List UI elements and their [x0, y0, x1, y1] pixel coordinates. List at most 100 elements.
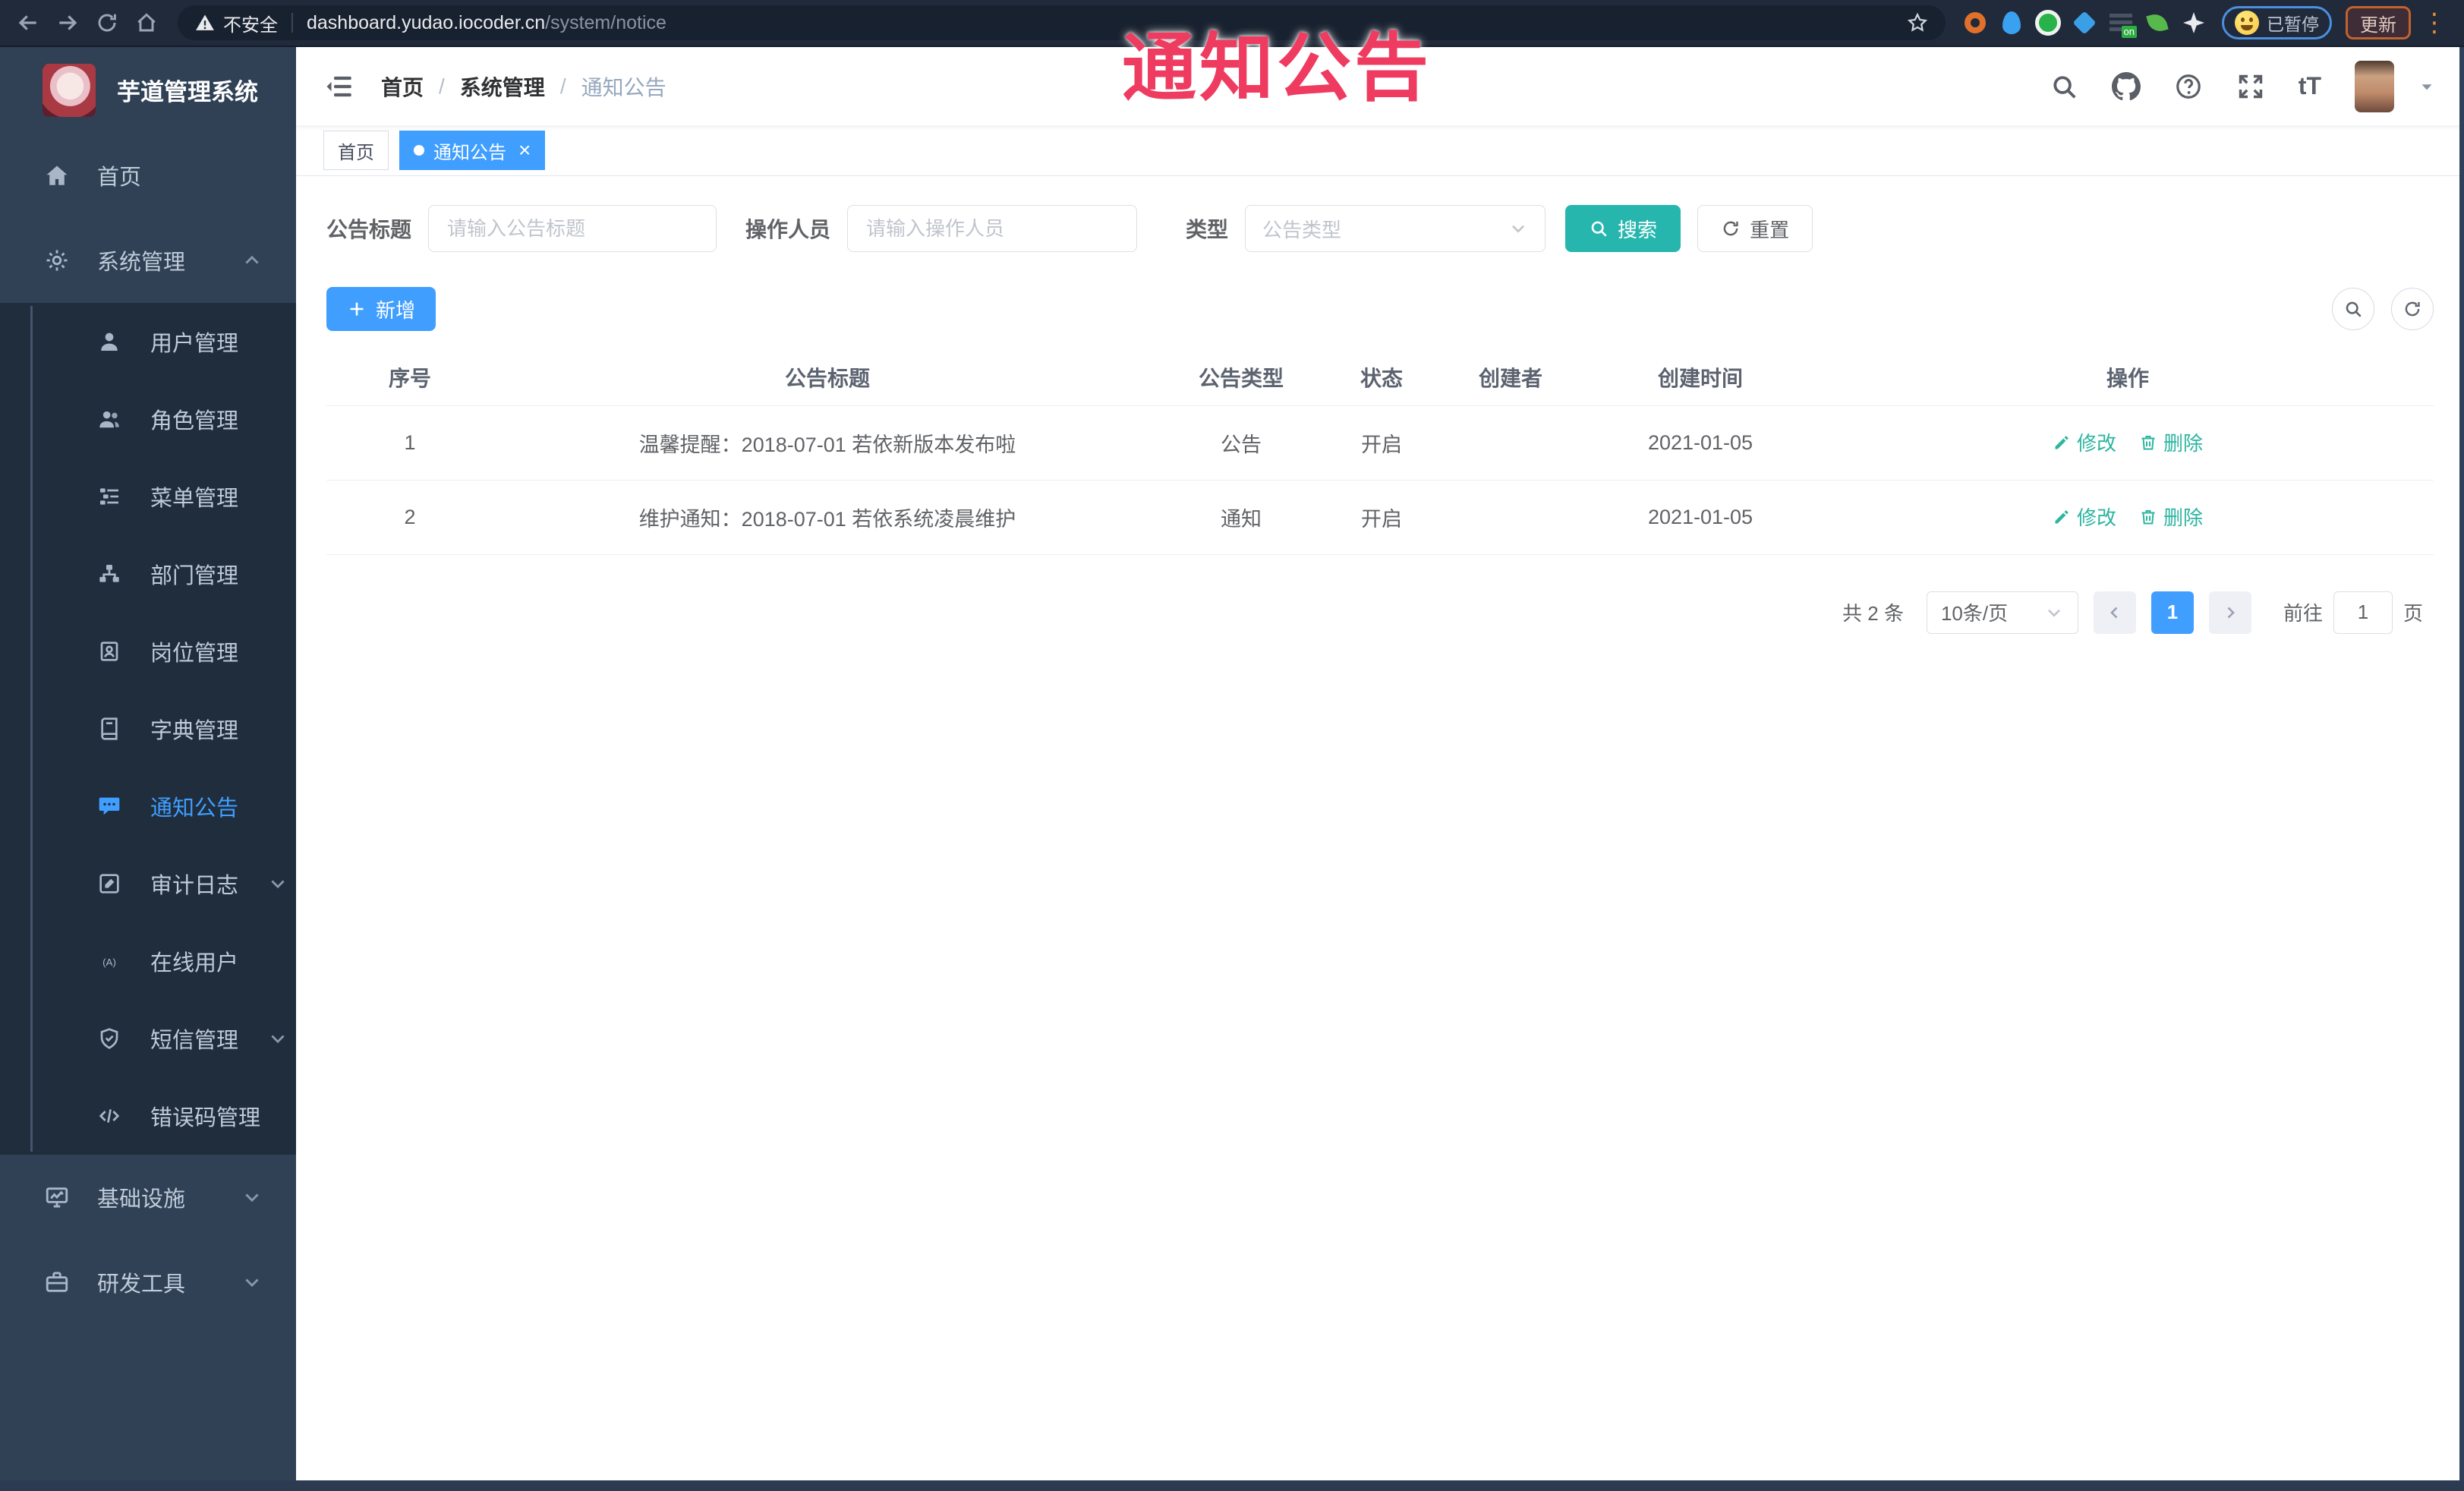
next-page-button[interactable]	[2208, 591, 2251, 634]
refresh-table-button[interactable]	[2391, 288, 2434, 330]
breadcrumb-item[interactable]: 系统管理	[460, 71, 545, 102]
caret-down-icon[interactable]	[2417, 77, 2437, 96]
search-icon[interactable]	[2050, 72, 2078, 101]
reset-button[interactable]: 重置	[1697, 205, 1813, 252]
chevron-right-icon	[2221, 604, 2239, 622]
operator-input[interactable]	[847, 205, 1138, 252]
sidebar-item-label: 研发工具	[97, 1272, 186, 1297]
bookmark-star-icon[interactable]	[1906, 11, 1929, 34]
sms-icon	[97, 1026, 121, 1051]
address-bar[interactable]: 不安全 dashboard.yudao.iocoder.cn /system/n…	[178, 5, 1946, 40]
cell-status: 开启	[1321, 480, 1442, 555]
column-header: 公告类型	[1161, 349, 1321, 406]
sidebar-item-online-user[interactable]: (A) 在线用户	[0, 922, 296, 1000]
tags-view-bar: 首页 通知公告 ×	[296, 125, 2464, 176]
browser-forward-icon[interactable]	[50, 5, 85, 40]
help-icon[interactable]	[2174, 72, 2203, 101]
breadcrumb-item: 通知公告	[581, 75, 666, 99]
search-button[interactable]: 搜索	[1565, 205, 1681, 252]
cell-actions: 修改 删除	[1822, 480, 2434, 555]
chevron-down-icon	[241, 1187, 263, 1208]
sidebar-item-label: 审计日志	[150, 874, 239, 898]
text-size-control[interactable]: tT	[2299, 72, 2321, 100]
sidebar-item-home[interactable]: 首页	[0, 133, 296, 218]
sidebar-logo-row[interactable]: 芋道管理系统	[0, 47, 296, 133]
sidebar-item-audit-log[interactable]: 审计日志	[0, 845, 296, 922]
browser-back-icon[interactable]	[11, 5, 46, 40]
extension-sprout-icon[interactable]	[2141, 7, 2173, 39]
sidebar-item-label: 错误码管理	[150, 1106, 261, 1130]
sidebar-item-post[interactable]: 岗位管理	[0, 613, 296, 690]
sidebar-item-label: 基础设施	[97, 1187, 186, 1212]
extension-gem-icon[interactable]	[2069, 7, 2100, 39]
browser-update-button[interactable]: 更新	[2346, 6, 2411, 39]
prev-page-button[interactable]	[2093, 591, 2136, 634]
cell-title: 维护通知：2018-07-01 若依系统凌晨维护	[493, 480, 1161, 555]
pagination: 共 2 条 10条/页 1 前往 页	[326, 591, 2434, 634]
user-avatar[interactable]	[2355, 60, 2394, 112]
search-icon	[2343, 299, 2363, 319]
url-host: dashboard.yudao.iocoder.cn	[307, 11, 546, 33]
extension-stack-icon[interactable]	[2105, 7, 2137, 39]
filter-type-label: 类型	[1186, 218, 1229, 241]
sidebar-item-label: 短信管理	[150, 1029, 239, 1053]
close-icon[interactable]: ×	[518, 140, 531, 161]
tab-通知公告[interactable]: 通知公告 ×	[399, 131, 546, 170]
fullscreen-icon[interactable]	[2236, 72, 2265, 101]
chevron-down-icon	[1508, 219, 1528, 238]
sidebar-item-sms[interactable]: 短信管理	[0, 1000, 296, 1077]
window-bottom-edge	[0, 1480, 2464, 1491]
delete-link[interactable]: 删除	[2139, 428, 2203, 456]
chevron-down-icon	[267, 1028, 288, 1049]
extension-orange-icon[interactable]	[1959, 7, 1991, 39]
edit-link[interactable]: 修改	[2053, 503, 2116, 531]
add-button[interactable]: 新增	[326, 287, 436, 331]
cell-seq: 1	[326, 405, 493, 481]
sidebar-item-label: 在线用户	[150, 951, 239, 976]
window-right-edge	[2459, 47, 2464, 1491]
sidebar-item-label: 字典管理	[150, 719, 239, 743]
browser-home-icon[interactable]	[129, 5, 164, 40]
sidebar-item-dict[interactable]: 字典管理	[0, 690, 296, 768]
edit-link[interactable]: 修改	[2053, 428, 2116, 456]
search-icon	[1589, 219, 1609, 238]
profile-paused-badge[interactable]: 已暂停	[2222, 6, 2332, 39]
sidebar-item-system[interactable]: 系统管理	[0, 218, 296, 303]
sidebar-item-error-code[interactable]: 错误码管理	[0, 1077, 296, 1155]
notice-type-select[interactable]: 公告类型	[1245, 205, 1546, 252]
gear-icon	[44, 247, 70, 273]
column-header: 公告标题	[493, 349, 1161, 406]
extension-green-icon[interactable]	[2032, 7, 2064, 39]
type-select-placeholder: 公告类型	[1262, 218, 1342, 241]
sidebar-item-label: 通知公告	[150, 796, 239, 821]
page-size-select[interactable]: 10条/页	[1926, 591, 2078, 634]
delete-link[interactable]: 删除	[2139, 503, 2203, 531]
browser-reload-icon[interactable]	[90, 5, 124, 40]
extension-drop-icon[interactable]	[1996, 7, 2028, 39]
url-path: /system/notice	[545, 11, 666, 33]
sidebar-collapse-icon[interactable]	[323, 71, 355, 102]
svg-text:(A): (A)	[102, 957, 116, 968]
browser-menu-kebab-icon[interactable]: ⋮	[2415, 10, 2453, 36]
sidebar-item-role[interactable]: 角色管理	[0, 380, 296, 458]
toggle-search-button[interactable]	[2332, 288, 2374, 330]
tab-label: 通知公告	[433, 142, 506, 163]
sidebar-item-dept[interactable]: 部门管理	[0, 535, 296, 613]
extension-puzzle-icon[interactable]	[2178, 7, 2210, 39]
breadcrumb-item[interactable]: 首页	[381, 71, 424, 102]
edit-label: 修改	[2076, 506, 2116, 530]
sidebar-item-menu[interactable]: 菜单管理	[0, 458, 296, 535]
notice-title-input[interactable]	[428, 205, 717, 252]
current-page-button[interactable]: 1	[2150, 591, 2194, 634]
github-icon[interactable]	[2111, 71, 2141, 101]
sidebar-item-infra[interactable]: 基础设施	[0, 1155, 296, 1240]
cell-title: 温馨提醒：2018-07-01 若依新版本发布啦	[493, 405, 1161, 481]
tab-首页[interactable]: 首页	[323, 131, 389, 170]
sidebar-item-notice[interactable]: 通知公告	[0, 768, 296, 845]
sidebar-item-label: 用户管理	[150, 332, 239, 356]
goto-page-input[interactable]	[2333, 591, 2393, 634]
sidebar-item-label: 系统管理	[97, 251, 186, 275]
sidebar-item-user[interactable]: 用户管理	[0, 303, 296, 380]
users-icon	[97, 407, 121, 431]
sidebar-item-devtools[interactable]: 研发工具	[0, 1240, 296, 1325]
